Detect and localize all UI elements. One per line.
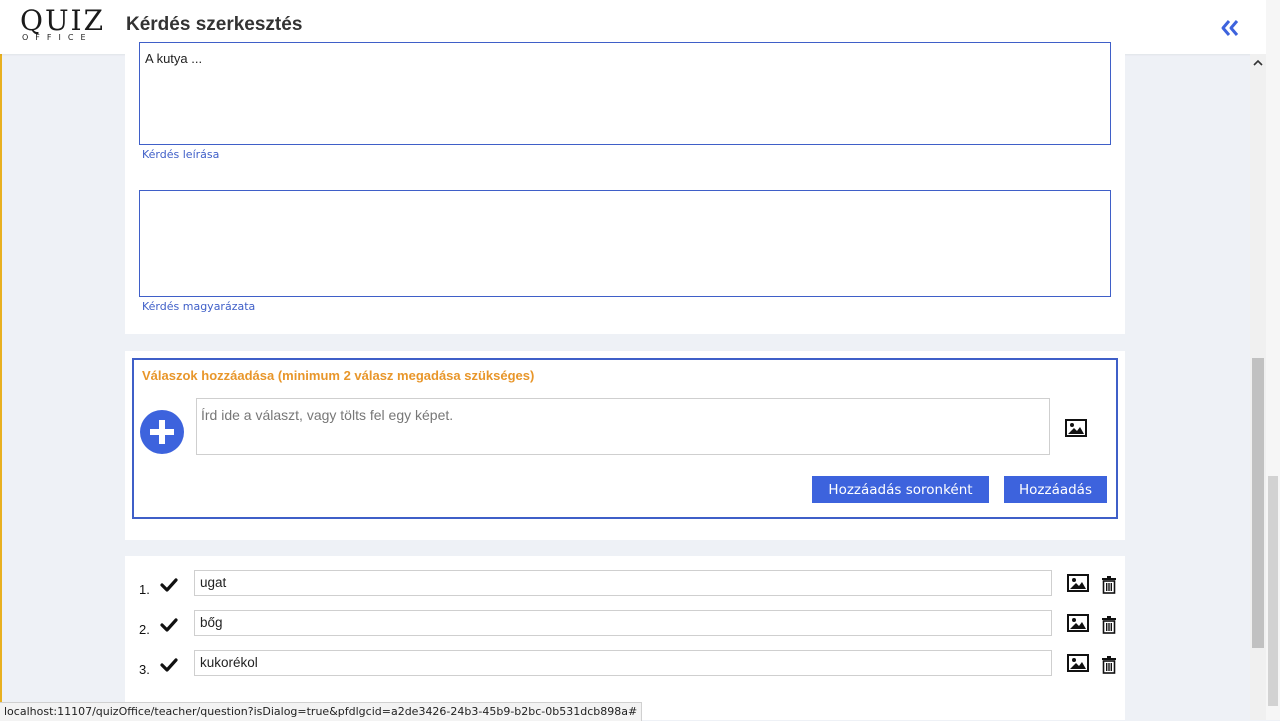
answer-number: 2. [139,622,150,637]
page-title: Kérdés szerkesztés [126,14,303,35]
image-icon [1067,654,1089,672]
add-by-line-button[interactable]: Hozzáadás soronként [812,476,989,503]
trash-icon [1102,616,1116,634]
answer-image-button[interactable] [1067,574,1089,592]
image-icon [1065,419,1087,437]
question-description-value: A kutya ... [145,51,203,66]
answers-add-panel: Válaszok hozzáadása (minimum 2 válasz me… [125,351,1125,540]
trash-icon [1102,576,1116,594]
logo-office-text: OFFICE [22,33,93,42]
collapse-button[interactable] [1218,16,1242,40]
answer-correct-toggle[interactable] [160,657,178,673]
upload-image-button[interactable] [1065,419,1087,437]
question-explanation-field[interactable] [139,190,1111,297]
main-scrollbar[interactable] [1250,54,1266,720]
scroll-up-icon[interactable] [1250,56,1266,70]
check-icon [160,618,178,632]
answer-number: 3. [139,662,150,677]
browser-status-url: localhost:11107/quizOffice/teacher/quest… [0,702,643,721]
image-icon [1067,614,1089,632]
answers-add-box: Válaszok hozzáadása (minimum 2 válasz me… [132,358,1118,519]
answer-number: 1. [139,582,150,597]
quiz-office-logo[interactable]: QUIZ OFFICE [20,4,104,46]
left-accent-bar [0,0,2,720]
question-description-field[interactable]: A kutya ... [139,42,1111,145]
double-chevron-left-icon [1221,20,1239,36]
question-explanation-label: Kérdés magyarázata [142,300,256,313]
answers-add-title: Válaszok hozzáadása (minimum 2 válasz me… [142,368,535,383]
answer-image-button[interactable] [1067,614,1089,632]
answer-text-field[interactable]: kukorékol [194,650,1052,676]
answer-delete-button[interactable] [1101,576,1117,594]
plus-icon[interactable] [140,410,184,454]
answer-correct-toggle[interactable] [160,617,178,633]
trash-icon [1102,656,1116,674]
check-icon [160,578,178,592]
image-icon [1067,574,1089,592]
answer-correct-toggle[interactable] [160,577,178,593]
answer-text-field[interactable]: ugat [194,570,1052,596]
question-description-label: Kérdés leírása [142,148,220,161]
answer-row: 3. kukorékol [125,650,1125,678]
answer-delete-button[interactable] [1101,616,1117,634]
check-icon [160,658,178,672]
add-answer-button[interactable]: Hozzáadás [1004,476,1107,503]
answers-list-panel: 1. ugat 2. bőg 3. kukorékol [125,556,1125,720]
question-panel: A kutya ... Kérdés leírása Kérdés magyar… [125,42,1125,334]
answer-row: 1. ugat [125,570,1125,598]
answer-input[interactable] [196,398,1050,455]
outer-scrollbar-thumb[interactable] [1268,476,1278,706]
answer-image-button[interactable] [1067,654,1089,672]
answer-row: 2. bőg [125,610,1125,638]
answer-text-field[interactable]: bőg [194,610,1052,636]
main-scrollbar-thumb[interactable] [1252,358,1264,648]
answer-delete-button[interactable] [1101,656,1117,674]
